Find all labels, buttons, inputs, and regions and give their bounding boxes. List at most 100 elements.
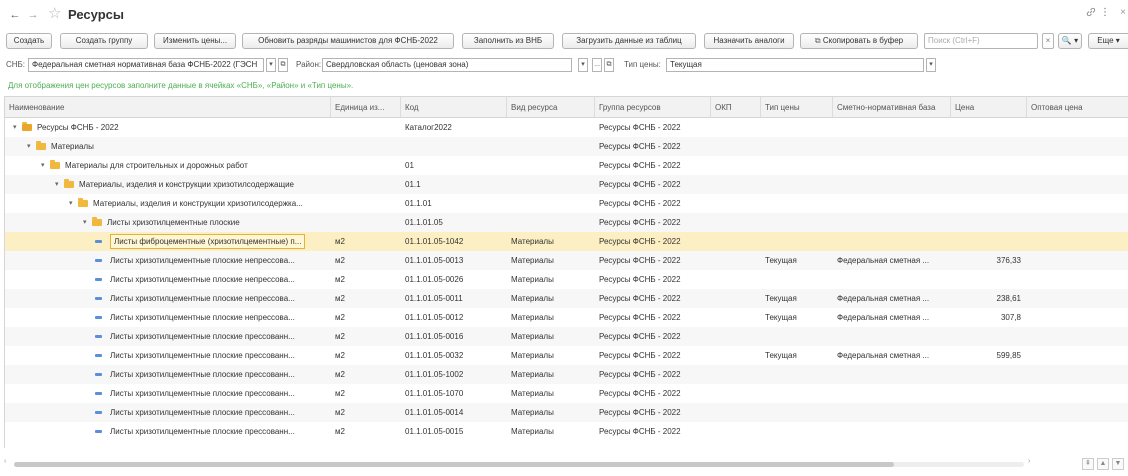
unit-cell[interactable] — [331, 194, 401, 213]
okp-cell[interactable] — [711, 175, 761, 194]
unit-cell[interactable]: м2 — [331, 346, 401, 365]
table-row[interactable]: Листы хризотилцементные плоские прессова… — [5, 346, 1128, 365]
region-field[interactable]: Свердловская область (ценовая зона) — [322, 58, 572, 72]
region-select-icon[interactable]: ... — [592, 58, 602, 72]
name-cell[interactable]: Листы хризотилцементные плоские непрессо… — [5, 251, 331, 270]
close-icon[interactable]: × — [1120, 7, 1126, 18]
unit-cell[interactable] — [331, 175, 401, 194]
type-cell[interactable] — [507, 137, 595, 156]
wholesale-cell[interactable] — [1027, 365, 1128, 384]
price-cell[interactable]: 376,33 — [951, 251, 1027, 270]
name-cell[interactable]: Листы хризотилцементные плоские непрессо… — [5, 289, 331, 308]
base-cell[interactable] — [833, 232, 951, 251]
scroll-track[interactable] — [14, 462, 1024, 467]
price-cell[interactable] — [951, 232, 1027, 251]
price-type-dropdown-icon[interactable]: ▾ — [926, 58, 936, 72]
scroll-thumb[interactable] — [14, 462, 894, 467]
price-cell[interactable]: 307,8 — [951, 308, 1027, 327]
table-row[interactable]: Листы хризотилцементные плоские непрессо… — [5, 251, 1128, 270]
tree-group-row[interactable]: ▾ Листы хризотилцементные плоские 01.1.01.… — [5, 213, 1128, 232]
name-cell[interactable]: Листы хризотилцементные плоские прессова… — [5, 403, 331, 422]
wholesale-cell[interactable] — [1027, 346, 1128, 365]
group-cell[interactable]: Ресурсы ФСНБ - 2022 — [595, 308, 711, 327]
wholesale-cell[interactable] — [1027, 251, 1128, 270]
code-cell[interactable]: 01.1.01.05-0026 — [401, 270, 507, 289]
price-cell[interactable] — [951, 118, 1027, 137]
code-cell[interactable]: 01.1.01.05-0016 — [401, 327, 507, 346]
region-dropdown-icon[interactable]: ▾ — [578, 58, 588, 72]
price-type-cell[interactable] — [761, 156, 833, 175]
name-cell[interactable]: Листы хризотилцементные плоские непрессо… — [5, 270, 331, 289]
nav-up-icon[interactable]: ▲ — [1097, 458, 1109, 470]
base-cell[interactable] — [833, 422, 951, 441]
price-cell[interactable] — [951, 365, 1027, 384]
code-cell[interactable]: 01.1.01.05-0012 — [401, 308, 507, 327]
tree-group-row[interactable]: ▾ Материалы, изделия и конструкции хризот… — [5, 175, 1128, 194]
base-cell[interactable] — [833, 403, 951, 422]
link-icon[interactable] — [1086, 7, 1096, 20]
price-type-cell[interactable] — [761, 118, 833, 137]
group-cell[interactable]: Ресурсы ФСНБ - 2022 — [595, 270, 711, 289]
code-cell[interactable]: 01.1.01.05-0032 — [401, 346, 507, 365]
snb-field[interactable]: Федеральная сметная нормативная база ФСН… — [28, 58, 264, 72]
column-header-unit[interactable]: Единица из... — [331, 97, 401, 118]
expand-toggle-icon[interactable]: ▾ — [41, 156, 50, 175]
okp-cell[interactable] — [711, 194, 761, 213]
code-cell[interactable]: 01.1.01.05 — [401, 213, 507, 232]
table-row[interactable]: Листы фиброцементные (хризотилцементные)… — [5, 232, 1128, 251]
price-cell[interactable] — [951, 270, 1027, 289]
price-cell[interactable] — [951, 175, 1027, 194]
wholesale-cell[interactable] — [1027, 422, 1128, 441]
column-header-wholesale[interactable]: Оптовая цена — [1027, 97, 1128, 118]
group-cell[interactable]: Ресурсы ФСНБ - 2022 — [595, 194, 711, 213]
table-row[interactable]: Листы хризотилцементные плоские непрессо… — [5, 270, 1128, 289]
unit-cell[interactable] — [331, 118, 401, 137]
name-cell[interactable]: Листы хризотилцементные плоские непрессо… — [5, 308, 331, 327]
type-cell[interactable]: Материалы — [507, 270, 595, 289]
unit-cell[interactable]: м2 — [331, 384, 401, 403]
type-cell[interactable]: Материалы — [507, 232, 595, 251]
price-type-cell[interactable] — [761, 403, 833, 422]
group-cell[interactable]: Ресурсы ФСНБ - 2022 — [595, 156, 711, 175]
expand-toggle-icon[interactable]: ▾ — [83, 213, 92, 232]
forward-arrow-icon[interactable]: → — [26, 8, 40, 22]
search-input[interactable]: Поиск (Ctrl+F) — [924, 33, 1038, 49]
group-cell[interactable]: Ресурсы ФСНБ - 2022 — [595, 365, 711, 384]
more-vertical-icon[interactable]: ⋮ — [1100, 7, 1110, 18]
name-cell[interactable]: Листы хризотилцементные плоские прессова… — [5, 422, 331, 441]
wholesale-cell[interactable] — [1027, 327, 1128, 346]
wholesale-cell[interactable] — [1027, 270, 1128, 289]
group-cell[interactable]: Ресурсы ФСНБ - 2022 — [595, 137, 711, 156]
column-header-price-type[interactable]: Тип цены — [761, 97, 833, 118]
wholesale-cell[interactable] — [1027, 308, 1128, 327]
base-cell[interactable] — [833, 118, 951, 137]
price-type-cell[interactable]: Текущая — [761, 289, 833, 308]
group-cell[interactable]: Ресурсы ФСНБ - 2022 — [595, 384, 711, 403]
group-cell[interactable]: Ресурсы ФСНБ - 2022 — [595, 289, 711, 308]
price-type-cell[interactable] — [761, 175, 833, 194]
name-cell[interactable]: ▾ Материалы, изделия и конструкции хризот… — [5, 175, 331, 194]
base-cell[interactable] — [833, 213, 951, 232]
price-type-cell[interactable] — [761, 365, 833, 384]
price-type-cell[interactable]: Текущая — [761, 251, 833, 270]
table-row[interactable]: Листы хризотилцементные плоские непрессо… — [5, 289, 1128, 308]
code-cell[interactable]: 01.1 — [401, 175, 507, 194]
unit-cell[interactable]: м2 — [331, 232, 401, 251]
okp-cell[interactable] — [711, 308, 761, 327]
wholesale-cell[interactable] — [1027, 118, 1128, 137]
price-type-cell[interactable]: Текущая — [761, 308, 833, 327]
okp-cell[interactable] — [711, 365, 761, 384]
type-cell[interactable]: Материалы — [507, 346, 595, 365]
type-cell[interactable] — [507, 194, 595, 213]
unit-cell[interactable]: м2 — [331, 365, 401, 384]
type-cell[interactable] — [507, 213, 595, 232]
fill-from-vnb-button[interactable]: Заполнить из ВНБ — [462, 33, 554, 49]
okp-cell[interactable] — [711, 422, 761, 441]
name-cell[interactable]: ▾ Листы хризотилцементные плоские — [5, 213, 331, 232]
base-cell[interactable]: Федеральная сметная ... — [833, 251, 951, 270]
create-group-button[interactable]: Создать группу — [60, 33, 148, 49]
name-cell[interactable]: Листы хризотилцементные плоские прессова… — [5, 365, 331, 384]
price-type-cell[interactable] — [761, 232, 833, 251]
nav-down-icon[interactable]: ▼ — [1112, 458, 1124, 470]
unit-cell[interactable]: м2 — [331, 327, 401, 346]
